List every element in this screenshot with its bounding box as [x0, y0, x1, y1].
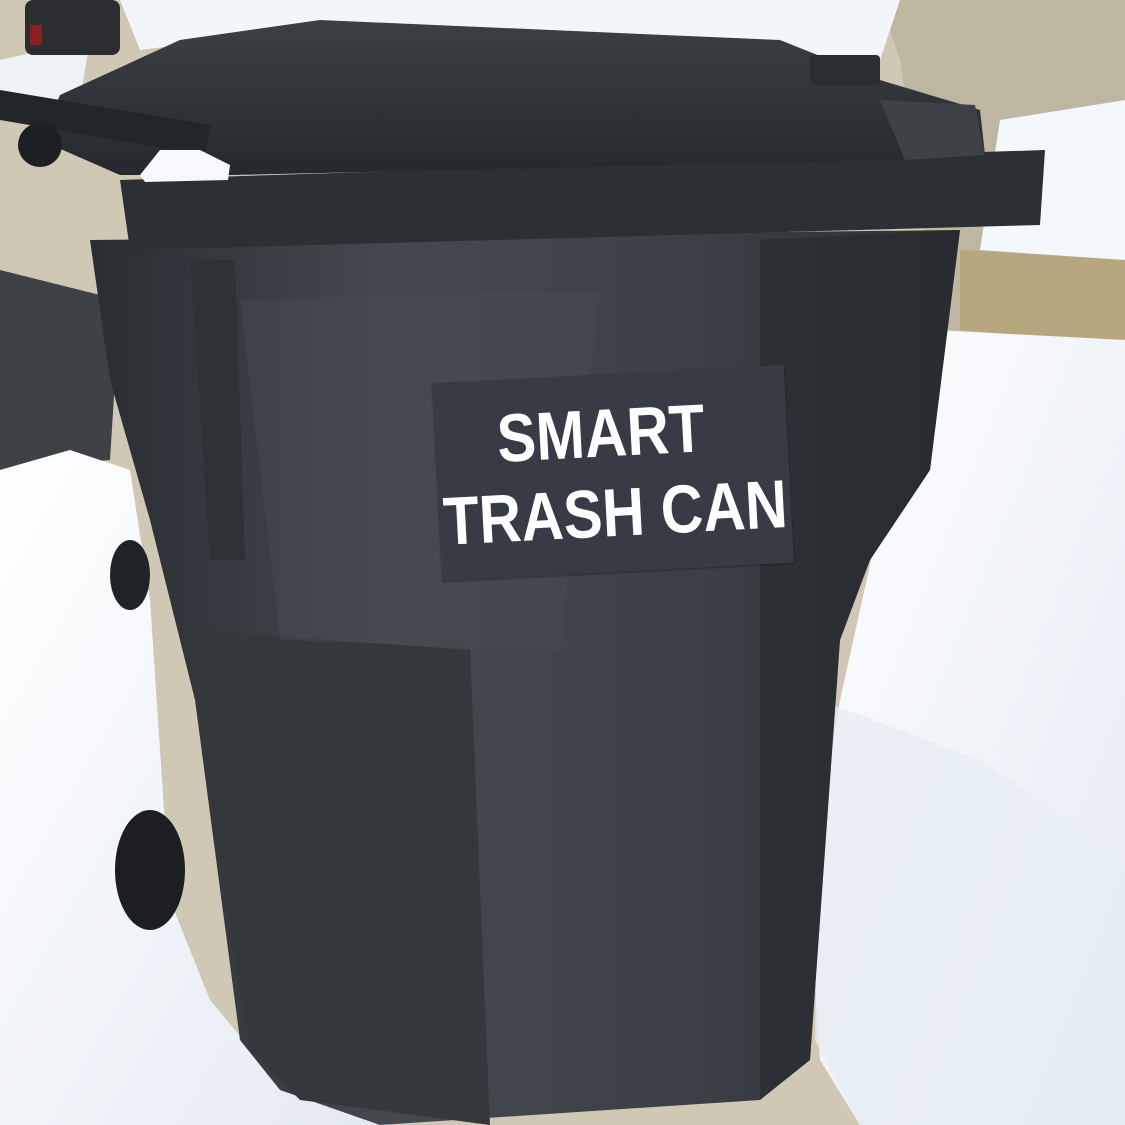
wheel-upper [110, 540, 150, 610]
wheel [115, 810, 185, 930]
bin-hinge [18, 123, 62, 167]
bin-hinge-right [810, 55, 880, 85]
mailbox-flag [30, 25, 42, 45]
photo-scene: SMART TRASH CAN [0, 0, 1125, 1125]
label-line-2: TRASH CAN [441, 465, 790, 560]
label-line-1: SMART [495, 390, 707, 477]
smart-trash-can-label: SMART TRASH CAN [432, 364, 794, 582]
grass-strip [960, 250, 1125, 345]
